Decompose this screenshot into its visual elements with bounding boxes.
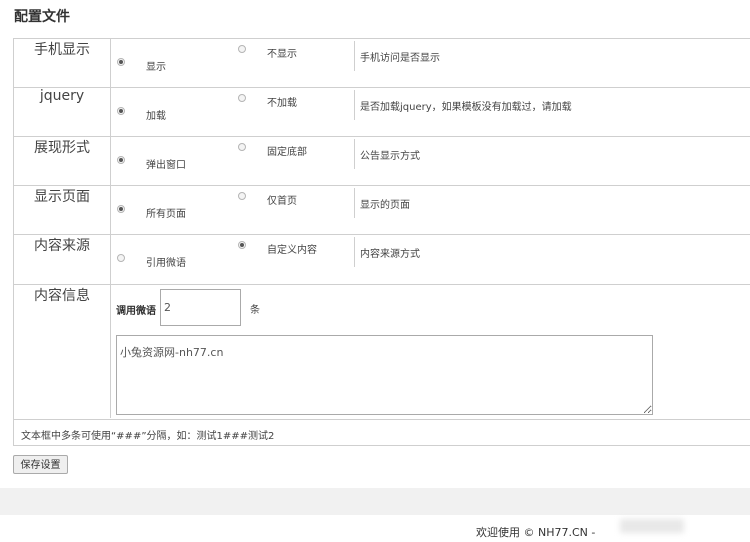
hint-row: 文本框中多条可使用“###”分隔，如：测试1###测试2 — [14, 420, 750, 445]
radio-hide[interactable] — [238, 45, 246, 53]
option-label: 仅首页 — [267, 196, 297, 207]
count-input[interactable] — [160, 289, 241, 326]
desc-separator — [354, 139, 355, 169]
option-label: 引用微语 — [146, 258, 186, 269]
radio-no-load[interactable] — [238, 94, 246, 102]
option-label: 不加载 — [267, 98, 297, 109]
option-group: 引用微语 自定义内容 — [111, 235, 353, 284]
row-label: 内容来源 — [34, 238, 90, 254]
radio-custom-content[interactable] — [238, 241, 246, 249]
radio-home-only[interactable] — [238, 192, 246, 200]
radio-fixed-bottom[interactable] — [238, 143, 246, 151]
row-description: 公告显示方式 — [360, 151, 420, 162]
desc-separator — [354, 41, 355, 71]
option-label: 弹出窗口 — [146, 160, 186, 171]
config-row-content-info: 内容信息 调用微语 条 小兔资源网-nh77.cn — [14, 285, 750, 420]
row-description: 是否加载jquery，如果模板没有加载过，请加载 — [360, 102, 572, 113]
call-weiyu-label: 调用微语 — [116, 306, 156, 317]
config-row-content-source: 内容来源 引用微语 自定义内容 内容来源方式 — [14, 235, 750, 285]
page-title: 配置文件 — [14, 9, 70, 25]
footer-blurred-text — [620, 519, 684, 533]
option-label: 不显示 — [267, 49, 297, 60]
option-label: 所有页面 — [146, 209, 186, 220]
row-label: jquery — [39, 88, 85, 104]
save-settings-button[interactable]: 保存设置 — [13, 455, 68, 474]
row-description: 手机访问是否显示 — [360, 53, 440, 64]
config-row-jquery: jquery 加载 不加载 是否加载jquery，如果模板没有加载过，请加载 — [14, 88, 750, 137]
radio-show[interactable] — [117, 58, 125, 66]
radio-popup[interactable] — [117, 156, 125, 164]
option-group: 所有页面 仅首页 — [111, 186, 353, 234]
footer-bar — [0, 488, 750, 515]
config-row-display-pages: 显示页面 所有页面 仅首页 显示的页面 — [14, 186, 750, 235]
option-group: 弹出窗口 固定底部 — [111, 137, 353, 185]
desc-separator — [354, 188, 355, 218]
row-label: 内容信息 — [34, 288, 90, 304]
row-label: 展现形式 — [34, 140, 90, 156]
option-label: 固定底部 — [267, 147, 307, 158]
config-table: 手机显示 显示 不显示 手机访问是否显示 jquery 加载 不加载 是否加载j… — [13, 38, 750, 446]
divider — [110, 285, 111, 418]
option-label: 加载 — [146, 111, 166, 122]
hint-text: 文本框中多条可使用“###”分隔，如：测试1###测试2 — [21, 431, 275, 442]
radio-all-pages[interactable] — [117, 205, 125, 213]
option-group: 显示 不显示 — [111, 39, 353, 87]
desc-separator — [354, 237, 355, 267]
content-textarea[interactable]: 小兔资源网-nh77.cn — [116, 335, 653, 415]
option-label: 自定义内容 — [267, 245, 317, 256]
row-description: 内容来源方式 — [360, 249, 420, 260]
footer-text: 欢迎使用 © NH77.CN - — [476, 526, 596, 539]
unit-label: 条 — [250, 305, 260, 316]
config-row-mobile-display: 手机显示 显示 不显示 手机访问是否显示 — [14, 39, 750, 88]
radio-quote-weiyu[interactable] — [117, 254, 125, 262]
option-group: 加载 不加载 — [111, 88, 353, 136]
row-label: 显示页面 — [34, 189, 90, 205]
config-row-display-mode: 展现形式 弹出窗口 固定底部 公告显示方式 — [14, 137, 750, 186]
row-label: 手机显示 — [34, 42, 90, 58]
radio-load[interactable] — [117, 107, 125, 115]
desc-separator — [354, 90, 355, 120]
option-label: 显示 — [146, 62, 166, 73]
row-description: 显示的页面 — [360, 200, 410, 211]
